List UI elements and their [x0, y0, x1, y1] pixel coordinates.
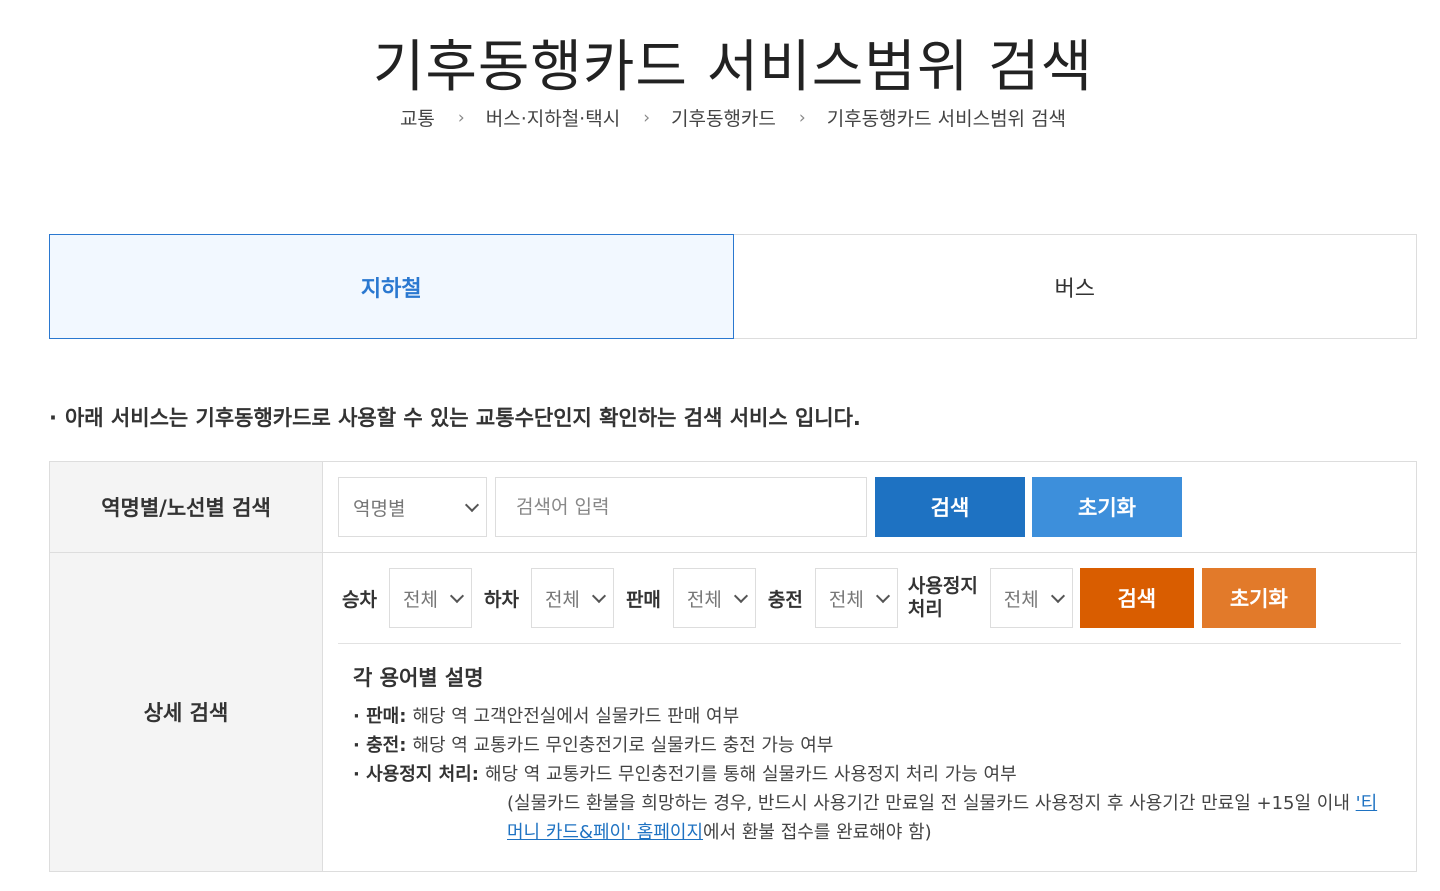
detail-filters: 승차 전체 하차 전체 판매 전체 충전 전체 사용정지 처리 전체 검색 초기…	[338, 568, 1401, 628]
term-desc: 해당 역 고객안전실에서 실물카드 판매 여부	[412, 706, 740, 727]
chevron-right-icon: ›	[457, 107, 465, 128]
search-type-value: 역명별	[353, 497, 406, 520]
chevron-down-icon	[875, 588, 890, 604]
bullet-dot: ·	[49, 406, 57, 430]
term-label-text: 충전:	[366, 735, 407, 756]
term-label-text: 판매:	[366, 706, 407, 727]
term-item-sales: · 판매: 해당 역 고객안전실에서 실물카드 판매 여부	[353, 702, 1401, 731]
search-type-select[interactable]: 역명별	[338, 477, 487, 537]
filter-select-suspend[interactable]: 전체	[989, 568, 1073, 628]
tab-subway[interactable]: 지하철	[49, 234, 734, 339]
detail-reset-button[interactable]: 초기화	[1201, 568, 1316, 628]
search-input[interactable]	[495, 477, 867, 537]
chevron-down-icon	[1050, 588, 1065, 604]
breadcrumb-item-bus-subway-taxi[interactable]: 버스·지하철·택시	[486, 104, 620, 131]
filter-select-sales[interactable]: 전체	[672, 568, 756, 628]
search-table: 역명별/노선별 검색 역명별 검색 초기화 상세 검색 승차 전체 하차 전체	[49, 461, 1417, 872]
service-notice: · 아래 서비스는 기후동행카드로 사용할 수 있는 교통수단인지 확인하는 검색…	[49, 402, 861, 432]
term-item-suspend: · 사용정지 처리: 해당 역 교통카드 무인충전기를 통해 실물카드 사용정지…	[353, 760, 1401, 789]
terms-title: 각 용어별 설명	[353, 666, 484, 690]
station-search-header: 역명별/노선별 검색	[50, 462, 323, 552]
terms-section: 각 용어별 설명 · 판매: 해당 역 고객안전실에서 실물카드 판매 여부 ·…	[338, 644, 1401, 847]
detail-search-button[interactable]: 검색	[1079, 568, 1194, 628]
filter-select-charge[interactable]: 전체	[814, 568, 898, 628]
term-desc: 해당 역 교통카드 무인충전기를 통해 실물카드 사용정지 처리 가능 여부	[484, 764, 1017, 785]
detail-search-controls: 승차 전체 하차 전체 판매 전체 충전 전체 사용정지 처리 전체 검색 초기…	[323, 553, 1416, 871]
filter-value: 전체	[544, 588, 580, 611]
filter-label-charge: 충전	[767, 588, 803, 611]
tab-bus[interactable]: 버스	[733, 234, 1417, 339]
station-search-row: 역명별/노선별 검색 역명별 검색 초기화	[50, 462, 1416, 553]
chevron-right-icon: ›	[798, 107, 806, 128]
filter-label-suspend: 사용정지 처리	[908, 575, 978, 621]
chevron-down-icon	[464, 497, 480, 513]
filter-label-suspend-line1: 사용정지	[907, 575, 978, 597]
detail-search-row: 상세 검색 승차 전체 하차 전체 판매 전체 충전 전체 사용정지 처리 전체…	[50, 553, 1416, 871]
refund-note-text: (실물카드 환불을 희망하는 경우, 반드시 사용기간 만료일 전 실물카드 사…	[507, 793, 1356, 814]
breadcrumb-item-transport[interactable]: 교통	[400, 104, 435, 131]
refund-note: (실물카드 환불을 희망하는 경우, 반드시 사용기간 만료일 전 실물카드 사…	[507, 789, 1387, 847]
chevron-down-icon	[733, 588, 748, 604]
filter-label-boarding: 승차	[342, 588, 377, 611]
notice-text: 아래 서비스는 기후동행카드로 사용할 수 있는 교통수단인지 확인하는 검색 …	[64, 406, 861, 430]
term-label-text: 사용정지 처리:	[366, 764, 479, 785]
filter-select-boarding[interactable]: 전체	[388, 568, 472, 628]
term-label: · 충전:	[353, 735, 407, 756]
breadcrumb-item-current: 기후동행카드 서비스범위 검색	[826, 108, 1067, 130]
filter-label-sales: 판매	[625, 588, 661, 611]
chevron-down-icon	[449, 588, 465, 604]
search-button[interactable]: 검색	[875, 477, 1025, 537]
term-item-charge: · 충전: 해당 역 교통카드 무인충전기로 실물카드 충전 가능 여부	[353, 731, 1401, 760]
reset-button[interactable]: 초기화	[1032, 477, 1182, 537]
transport-tabs: 지하철 버스	[49, 234, 1417, 339]
chevron-right-icon: ›	[643, 107, 650, 128]
term-desc: 해당 역 교통카드 무인충전기로 실물카드 충전 가능 여부	[412, 735, 834, 756]
filter-value: 전체	[1003, 588, 1039, 611]
refund-note-tail: 에서 환불 접수를 완료해야 함)	[703, 822, 932, 843]
filter-value: 전체	[686, 588, 722, 611]
term-label: · 판매:	[353, 706, 407, 727]
filter-label-suspend-line2: 처리	[907, 598, 943, 620]
filter-value: 전체	[828, 588, 864, 611]
filter-label-alighting: 하차	[483, 588, 519, 611]
station-search-controls: 역명별 검색 초기화	[323, 462, 1416, 552]
breadcrumb: 교통 › 버스·지하철·택시 › 기후동행카드 › 기후동행카드 서비스범위 검…	[0, 104, 1440, 131]
detail-search-header: 상세 검색	[50, 553, 323, 871]
chevron-down-icon	[591, 588, 607, 604]
breadcrumb-item-climate-card[interactable]: 기후동행카드	[671, 104, 776, 131]
filter-select-alighting[interactable]: 전체	[530, 568, 614, 628]
filter-value: 전체	[402, 588, 438, 611]
term-label: · 사용정지 처리:	[353, 764, 479, 785]
page-title: 기후동행카드 서비스범위 검색	[372, 35, 1094, 100]
